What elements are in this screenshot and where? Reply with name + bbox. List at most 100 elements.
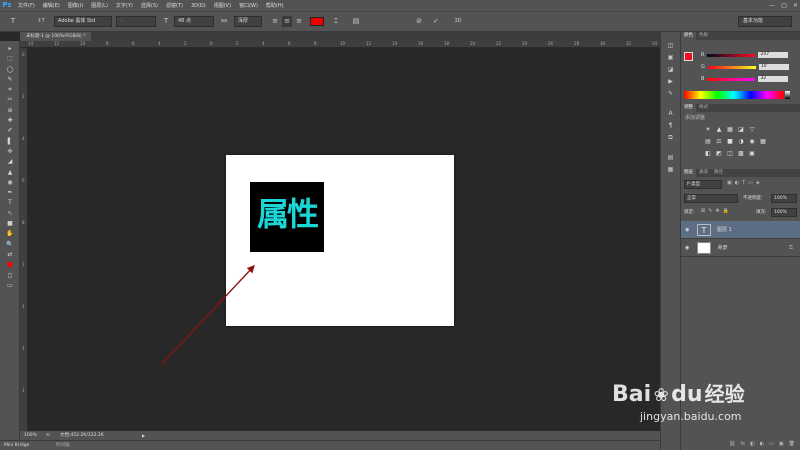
3d-icon[interactable]: 3D (452, 16, 464, 27)
tool-5-icon[interactable]: ✂ (0, 95, 20, 105)
timeline-tab[interactable]: 时间轴 (56, 441, 70, 450)
blue-slider[interactable] (707, 77, 756, 81)
tab-styles[interactable]: 样式 (696, 104, 711, 112)
layer-style-icon[interactable]: fx (740, 439, 745, 450)
selective-color-icon[interactable]: ▩ (736, 150, 746, 158)
tool-21-icon[interactable]: ■ (0, 260, 20, 270)
tool-20-icon[interactable]: ⇄ (0, 250, 20, 260)
menu-filter[interactable]: 滤镜(T) (162, 2, 187, 9)
text-color-swatch[interactable] (310, 17, 324, 26)
r-value[interactable]: 247 (758, 52, 789, 58)
close-icon[interactable]: ✕ (793, 0, 798, 11)
warp-text-icon[interactable]: ⌶ (331, 16, 341, 27)
menu-help[interactable]: 帮助(H) (262, 2, 288, 9)
invert-icon[interactable]: ◧ (703, 150, 713, 158)
tab-adjustments[interactable]: 调整 (681, 104, 696, 112)
layer-row-background[interactable]: ◉ 背景 ⚿ (681, 239, 800, 257)
filter-shape-icon[interactable]: ▭ (748, 180, 753, 186)
tab-color[interactable]: 颜色 (681, 32, 696, 40)
tool-23-icon[interactable]: ▭ (0, 281, 20, 291)
tool-0-icon[interactable]: ▸ (0, 44, 20, 54)
zoom-level[interactable]: 100% (24, 431, 37, 440)
character-icon[interactable]: A (665, 109, 677, 118)
link-layers-icon[interactable]: ⛓ (729, 439, 735, 450)
type-tool-icon[interactable]: T (8, 16, 18, 27)
tool-16-icon[interactable]: ↖ (0, 209, 20, 219)
layer-filter-select[interactable]: P 类型 (684, 180, 722, 189)
gradient-map-icon[interactable]: ▣ (747, 150, 757, 158)
menu-image[interactable]: 图像(I) (64, 2, 87, 9)
color-balance-icon[interactable]: ⚖ (714, 138, 724, 146)
paragraph-icon[interactable]: ¶ (665, 121, 677, 130)
layer-name[interactable]: 背景 (717, 239, 727, 257)
tool-12-icon[interactable]: ▲ (0, 168, 20, 178)
menu-edit[interactable]: 编辑(E) (39, 2, 64, 9)
filter-adjustment-icon[interactable]: ◐ (735, 180, 739, 186)
opacity-input[interactable]: 100% (771, 194, 797, 203)
lock-transparent-icon[interactable]: ⊠ (701, 208, 705, 214)
black-white-icon[interactable]: ■ (725, 138, 735, 146)
g-value[interactable]: 10 (758, 64, 789, 70)
tool-17-icon[interactable]: ■ (0, 219, 20, 229)
blend-mode-select[interactable]: 正常 (684, 194, 738, 203)
delete-layer-icon[interactable]: 🗑 (789, 439, 795, 450)
cancel-icon[interactable]: ⊘ (414, 16, 424, 27)
posterize-icon[interactable]: ◩ (714, 150, 724, 158)
layer-name[interactable]: 图层 1 (717, 221, 732, 239)
menu-file[interactable]: 文件(F) (14, 2, 39, 9)
menu-layer[interactable]: 图层(L) (87, 2, 112, 9)
brush-presets-icon[interactable]: ✎ (665, 89, 677, 98)
clone-source-icon[interactable]: ⧉ (665, 133, 677, 142)
filter-pixel-icon[interactable]: ▣ (727, 180, 732, 186)
swatch-icon[interactable]: ◪ (665, 65, 677, 74)
tab-paths[interactable]: 路径 (711, 169, 726, 177)
workspace-select[interactable]: 基本功能 (738, 16, 792, 27)
actions-icon[interactable]: ▶ (665, 77, 677, 86)
tool-6-icon[interactable]: ⊕ (0, 106, 20, 116)
exposure-icon[interactable]: ◪ (736, 126, 746, 134)
hue-saturation-icon[interactable]: ▤ (703, 138, 713, 146)
info-icon[interactable]: ▤ (665, 153, 677, 162)
mini-bridge-tab[interactable]: Mini Bridge (4, 441, 29, 450)
tool-4-icon[interactable]: ⌗ (0, 85, 20, 95)
tool-18-icon[interactable]: ✋ (0, 229, 20, 239)
layer-row-text[interactable]: ◉ T 图层 1 (681, 221, 800, 239)
brightness-icon[interactable]: ☀ (703, 126, 713, 134)
menu-type[interactable]: 文字(Y) (112, 2, 137, 9)
text-layer-content[interactable]: 属性 (250, 182, 324, 252)
green-slider[interactable] (707, 65, 756, 69)
filter-smart-icon[interactable]: ◈ (756, 180, 760, 186)
history-icon[interactable]: ◫ (665, 41, 677, 50)
notes-icon[interactable]: ▦ (665, 165, 677, 174)
b-value[interactable]: 32 (758, 76, 789, 82)
layer-mask-icon[interactable]: ◧ (750, 439, 755, 450)
channel-mixer-icon[interactable]: ◉ (747, 138, 757, 146)
minimize-icon[interactable]: — (769, 0, 775, 11)
commit-icon[interactable]: ✓ (431, 16, 441, 27)
text-orientation-icon[interactable]: ↕T (34, 16, 48, 27)
tool-22-icon[interactable]: ◻ (0, 271, 20, 281)
lock-pixels-icon[interactable]: ✎ (708, 208, 712, 214)
align-left-icon[interactable]: ≡ (270, 16, 280, 27)
align-center-icon[interactable]: ≡ (282, 16, 292, 27)
menu-view[interactable]: 视图(V) (210, 2, 235, 9)
menu-window[interactable]: 窗口(W) (235, 2, 262, 9)
document-tab[interactable]: 未标题-1 @ 100%(RGB/8) * (20, 32, 92, 41)
status-arrow-icon[interactable]: ▶ (142, 431, 145, 440)
curves-icon[interactable]: ▦ (725, 126, 735, 134)
threshold-icon[interactable]: ◫ (725, 150, 735, 158)
align-right-icon[interactable]: ≡ (294, 16, 304, 27)
tab-swatches[interactable]: 色板 (696, 32, 711, 40)
new-layer-icon[interactable]: ▣ (779, 439, 784, 450)
foreground-color-swatch[interactable] (684, 52, 693, 61)
tool-14-icon[interactable]: ✒ (0, 188, 20, 198)
vibrance-icon[interactable]: ▽ (747, 126, 757, 134)
filter-type-icon[interactable]: T (742, 180, 745, 186)
tool-2-icon[interactable]: ◯ (0, 65, 20, 75)
status-options-icon[interactable]: ⊞ (46, 431, 50, 440)
color-spectrum[interactable] (684, 91, 784, 99)
font-style-select[interactable]: - (116, 16, 156, 27)
visibility-eye-icon[interactable]: ◉ (685, 239, 689, 257)
tab-layers[interactable]: 图层 (681, 169, 696, 177)
adjustment-layer-icon[interactable]: ◐ (760, 439, 764, 450)
